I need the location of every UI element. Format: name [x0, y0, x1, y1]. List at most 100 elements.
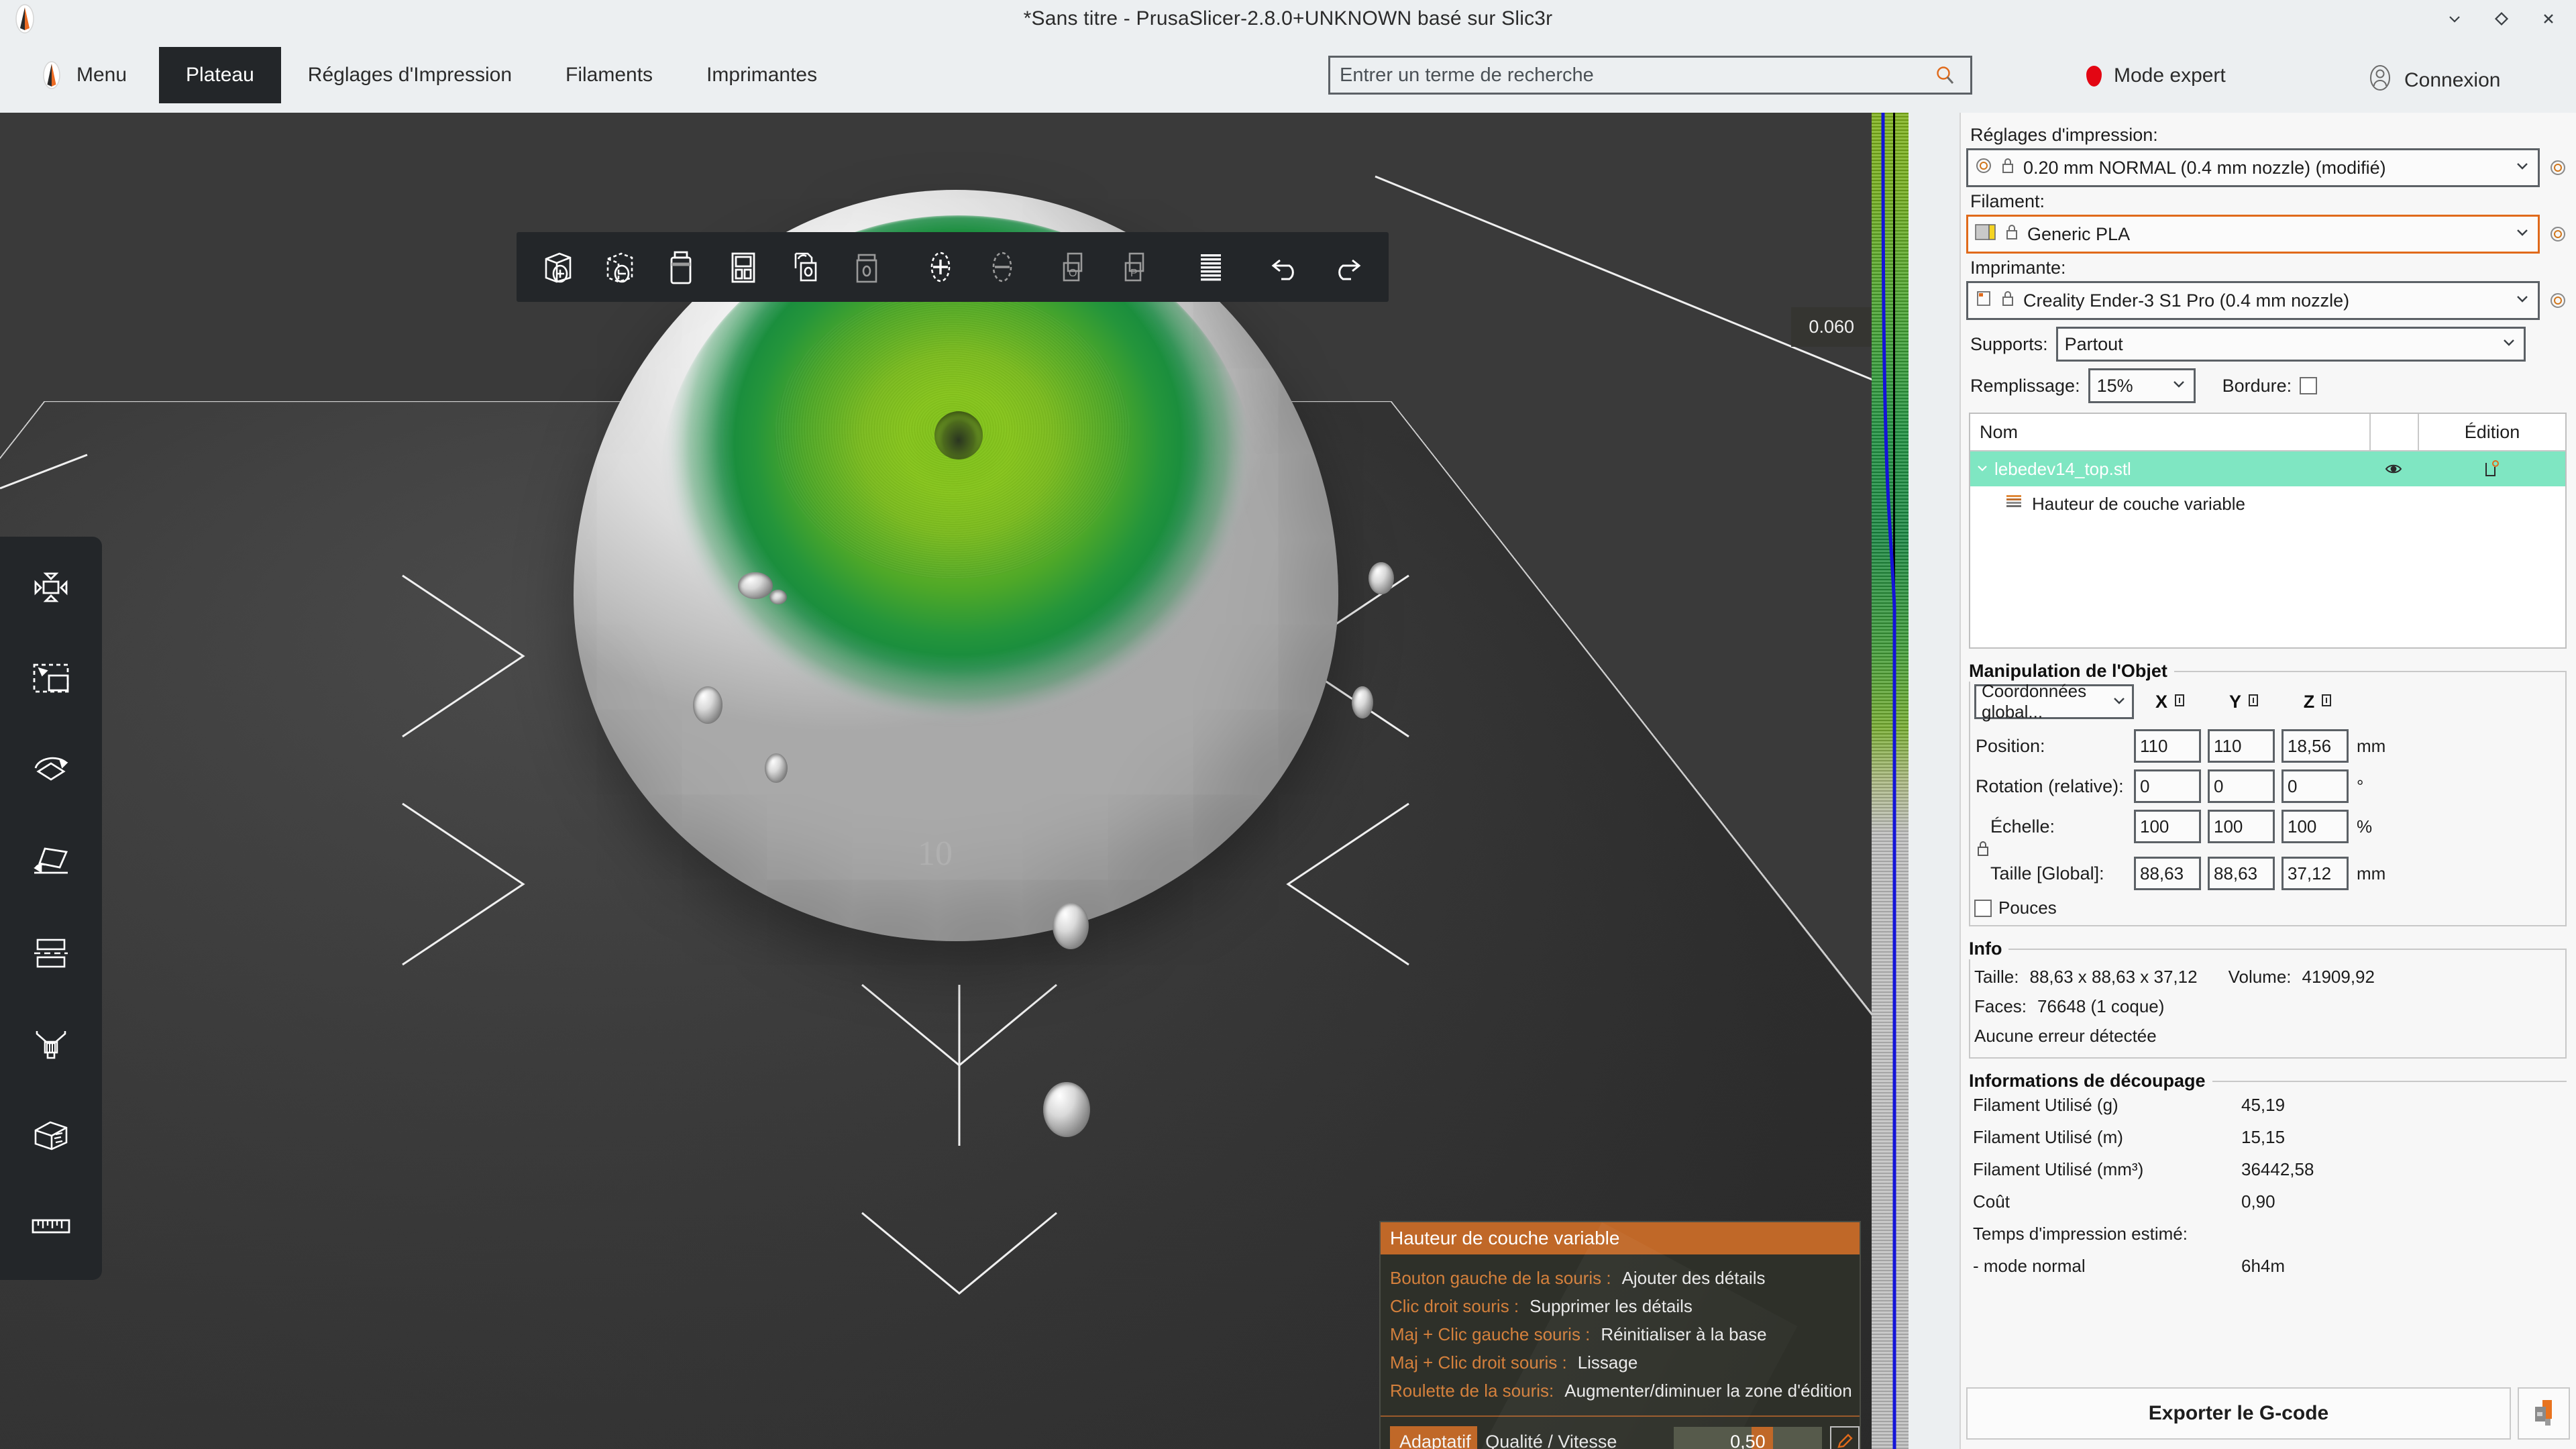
position-y-input[interactable]	[2208, 729, 2275, 763]
viewport-left-toolbar[interactable]	[0, 537, 102, 1280]
rotation-x-input[interactable]	[2134, 769, 2201, 803]
minimize-icon[interactable]	[2445, 9, 2465, 29]
edit-icon[interactable]	[2418, 460, 2565, 478]
copy-icon[interactable]	[775, 237, 835, 297]
scale-z-input[interactable]	[2282, 810, 2349, 843]
print-settings-gear-icon[interactable]	[2546, 156, 2569, 179]
paste-icon[interactable]	[837, 237, 896, 297]
move-icon[interactable]	[7, 543, 95, 632]
rotate-icon[interactable]	[7, 726, 95, 814]
measure-icon[interactable]	[7, 1182, 95, 1271]
tab-plateau[interactable]: Plateau	[159, 47, 281, 103]
axis-reset-icon[interactable]	[2320, 692, 2333, 712]
object-list[interactable]: Nom Édition lebedev14_top.stl Hauteur de…	[1969, 413, 2567, 649]
table-row[interactable]: lebedev14_top.stl	[1970, 451, 2565, 486]
size-z-input[interactable]	[2282, 857, 2349, 890]
layer-height-legend-bar[interactable]	[1872, 113, 1909, 1449]
split-to-parts-icon[interactable]: P	[1108, 237, 1167, 297]
edit-pencil-icon[interactable]	[1830, 1426, 1860, 1449]
chevron-down-icon[interactable]	[2514, 157, 2531, 179]
size-x-input[interactable]	[2134, 857, 2201, 890]
rotation-z-input[interactable]	[2282, 769, 2349, 803]
list-item[interactable]: Hauteur de couche variable	[1970, 486, 2565, 521]
maximize-icon[interactable]	[2491, 9, 2512, 29]
position-x-input[interactable]	[2134, 729, 2201, 763]
cut-icon[interactable]	[7, 908, 95, 997]
delete-all-icon[interactable]	[652, 237, 711, 297]
split-to-objects-icon[interactable]: O	[1046, 237, 1106, 297]
chevron-down-icon[interactable]	[1976, 459, 1989, 480]
filament-combo[interactable]: Generic PLA	[1966, 215, 2540, 254]
infill-select[interactable]: 15%	[2088, 368, 2196, 403]
3d-viewport[interactable]: 10 0.060 O P Hauteur de couche variable …	[0, 113, 1909, 1449]
arrange-icon[interactable]	[714, 237, 773, 297]
undo-icon[interactable]	[1256, 237, 1315, 297]
tab-printers[interactable]: Imprimantes	[680, 47, 844, 103]
viewport-top-toolbar[interactable]: O P	[517, 232, 1389, 302]
chevron-down-icon[interactable]	[2514, 223, 2531, 246]
printer-gear-icon[interactable]	[2546, 289, 2569, 312]
time-mode-value: 6h4m	[2241, 1250, 2285, 1282]
svg-text:O: O	[1069, 268, 1077, 279]
model-dimple	[693, 686, 722, 724]
column-header-name: Nom	[1970, 414, 2369, 450]
uniform-scale-lock-icon[interactable]	[1976, 840, 1990, 861]
tab-filaments[interactable]: Filaments	[539, 47, 680, 103]
info-size-value: 88,63 x 88,63 x 37,12	[2029, 962, 2197, 991]
support-painting-icon[interactable]	[7, 1000, 95, 1088]
axis-label-y: Y	[2229, 692, 2241, 712]
chevron-down-icon[interactable]	[2501, 334, 2517, 355]
size-y-input[interactable]	[2208, 857, 2275, 890]
chevron-down-icon[interactable]	[2112, 692, 2127, 712]
brim-checkbox[interactable]	[2300, 377, 2317, 394]
scale-x-input[interactable]	[2134, 810, 2201, 843]
mode-expert-indicator[interactable]: Mode expert	[2086, 64, 2226, 87]
variable-layer-height-panel[interactable]: Hauteur de couche variable Bouton gauche…	[1379, 1221, 1861, 1449]
scale-y-input[interactable]	[2208, 810, 2275, 843]
3d-model-lebedev14-top[interactable]: 10	[574, 190, 1338, 941]
supports-value: Partout	[2065, 334, 2494, 355]
add-instance-icon[interactable]	[911, 237, 970, 297]
remove-instance-icon[interactable]	[973, 237, 1032, 297]
rotation-y-input[interactable]	[2208, 769, 2275, 803]
delete-selection-icon[interactable]	[590, 237, 649, 297]
scale-icon[interactable]	[7, 635, 95, 723]
printer-combo[interactable]: Creality Ender-3 S1 Pro (0.4 mm nozzle)	[1966, 281, 2540, 320]
inches-checkbox[interactable]	[1974, 900, 1992, 917]
chevron-down-icon[interactable]	[2171, 376, 2187, 396]
mode-dot-icon	[2086, 66, 2102, 87]
search-icon[interactable]	[1930, 64, 1960, 87]
info-faces-row: Faces: 76648 (1 coque)	[1974, 991, 2561, 1021]
export-gcode-button[interactable]: Exporter le G-code	[1966, 1387, 2511, 1440]
search-box[interactable]	[1328, 56, 1972, 95]
window-title: *Sans titre - PrusaSlicer-2.8.0+UNKNOWN …	[0, 7, 2576, 30]
vlh-hint-value: Supprimer les détails	[1529, 1292, 1693, 1320]
seam-painting-icon[interactable]	[7, 1091, 95, 1179]
supports-select[interactable]: Partout	[2056, 327, 2526, 362]
axis-reset-icon[interactable]	[2247, 692, 2260, 712]
adaptive-button[interactable]: Adaptatif	[1390, 1426, 1477, 1449]
usb-stick-icon[interactable]	[2518, 1387, 2570, 1440]
place-on-face-icon[interactable]	[7, 817, 95, 906]
object-name-cell[interactable]: lebedev14_top.stl	[1970, 459, 2369, 480]
close-icon[interactable]	[2538, 9, 2559, 29]
chevron-down-icon[interactable]	[2514, 290, 2531, 312]
info-faces-value: 76648 (1 coque)	[2037, 991, 2164, 1021]
search-input[interactable]	[1330, 64, 1930, 87]
filament-gear-icon[interactable]	[2546, 223, 2569, 246]
printer-label: Imprimante:	[1970, 258, 2569, 278]
redo-icon[interactable]	[1318, 237, 1377, 297]
print-settings-combo[interactable]: 0.20 mm NORMAL (0.4 mm nozzle) (modifié)	[1966, 148, 2540, 187]
main-menu-button[interactable]: Menu	[31, 38, 133, 113]
axis-reset-icon[interactable]	[2173, 692, 2186, 712]
add-object-icon[interactable]	[529, 237, 588, 297]
svg-text:P: P	[1130, 268, 1138, 279]
vlh-hint-key: Clic droit souris :	[1390, 1292, 1519, 1320]
variable-layer-height-icon[interactable]	[1182, 237, 1241, 297]
coordinate-system-select[interactable]: Coordonnées global...	[1974, 684, 2134, 719]
quality-speed-slider[interactable]: 0,50	[1674, 1427, 1822, 1449]
eye-icon[interactable]	[2369, 462, 2418, 476]
tab-print-settings[interactable]: Réglages d'Impression	[281, 47, 539, 103]
position-z-input[interactable]	[2282, 729, 2349, 763]
login-button[interactable]: Connexion	[2368, 64, 2500, 97]
